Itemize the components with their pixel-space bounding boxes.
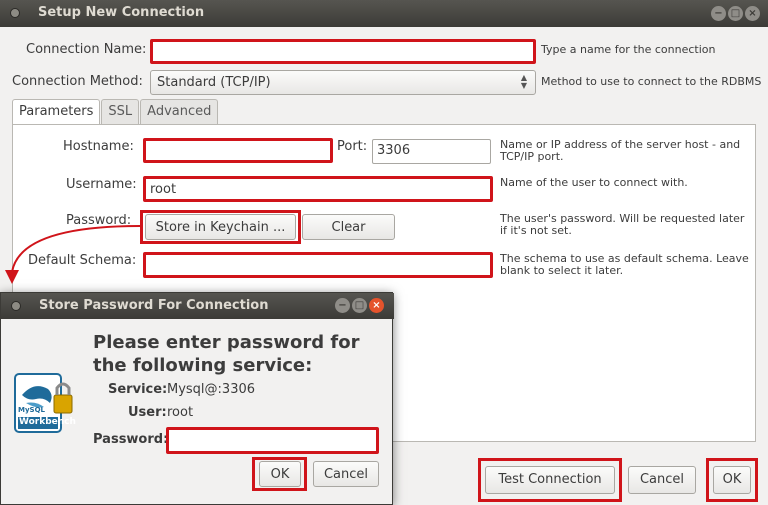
connection-name-input[interactable] <box>150 39 536 64</box>
dialog-ok-button[interactable]: OK <box>259 461 301 487</box>
cancel-button[interactable]: Cancel <box>628 466 696 494</box>
dialog-window-controls: − □ × <box>335 298 384 313</box>
store-password-dialog: Store Password For Connection − □ × MySQ… <box>0 292 394 505</box>
clear-password-button[interactable]: Clear <box>302 214 395 240</box>
username-help: Name of the user to connect with. <box>500 176 688 189</box>
dialog-minimize-icon[interactable]: − <box>335 298 350 313</box>
dialog-titlebar: Store Password For Connection − □ × <box>1 293 394 319</box>
service-label: Service: <box>108 382 168 397</box>
hostname-input[interactable] <box>143 138 333 163</box>
maximize-icon[interactable]: □ <box>728 6 743 21</box>
service-value: Mysql@:3306 <box>167 382 256 397</box>
default-schema-input[interactable] <box>143 252 493 278</box>
spin-arrows-icon: ▲ ▼ <box>520 73 527 90</box>
main-titlebar: Setup New Connection − □ × <box>0 0 768 27</box>
default-schema-help-line2: blank to select it later. <box>500 264 624 277</box>
test-connection-button[interactable]: Test Connection <box>485 466 615 494</box>
logo-text-workbench: Workbench <box>19 417 76 427</box>
dialog-cancel-button[interactable]: Cancel <box>313 461 379 487</box>
window-title: Setup New Connection <box>38 5 205 20</box>
logo-text-mysql: MySQL <box>18 406 45 414</box>
dialog-title: Store Password For Connection <box>39 298 269 313</box>
dialog-password-label: Password: <box>93 432 169 447</box>
connection-name-help: Type a name for the connection <box>541 43 716 56</box>
window-controls: − □ × <box>711 6 760 21</box>
close-icon[interactable]: × <box>745 6 760 21</box>
connection-name-label: Connection Name: <box>26 42 147 57</box>
connection-method-value: Standard (TCP/IP) <box>157 75 271 90</box>
dialog-close-icon[interactable]: × <box>369 298 384 313</box>
tab-bar: Parameters SSL Advanced <box>12 99 219 126</box>
hostname-help-line2: TCP/IP port. <box>500 150 564 163</box>
port-input[interactable]: 3306 <box>372 139 491 164</box>
password-help-line2: if it's not set. <box>500 224 572 237</box>
connection-method-help: Method to use to connect to the RDBMS <box>541 75 762 88</box>
mysql-workbench-logo-icon: MySQL Workbench <box>14 373 76 435</box>
tab-ssl[interactable]: SSL <box>101 99 140 125</box>
store-in-keychain-button[interactable]: Store in Keychain ... <box>145 214 296 240</box>
dialog-menu-icon[interactable] <box>11 301 21 311</box>
default-schema-label: Default Schema: <box>28 253 137 268</box>
hostname-label: Hostname: <box>63 139 134 154</box>
dialog-heading: Please enter password for the following … <box>93 332 360 376</box>
minimize-icon[interactable]: − <box>711 6 726 21</box>
username-label: Username: <box>66 177 137 192</box>
user-value: root <box>167 405 194 420</box>
connection-method-label: Connection Method: <box>12 74 143 89</box>
tab-parameters[interactable]: Parameters <box>12 99 101 126</box>
username-input[interactable]: root <box>143 176 493 202</box>
connection-method-select[interactable]: Standard (TCP/IP) ▲ ▼ <box>150 70 536 95</box>
tab-advanced[interactable]: Advanced <box>140 99 219 125</box>
password-label: Password: <box>66 213 132 228</box>
window-menu-icon[interactable] <box>10 8 20 18</box>
user-label: User: <box>128 405 167 420</box>
dialog-password-input[interactable] <box>166 427 379 454</box>
ok-button[interactable]: OK <box>713 466 751 494</box>
port-label: Port: <box>337 139 368 154</box>
dialog-maximize-icon[interactable]: □ <box>352 298 367 313</box>
